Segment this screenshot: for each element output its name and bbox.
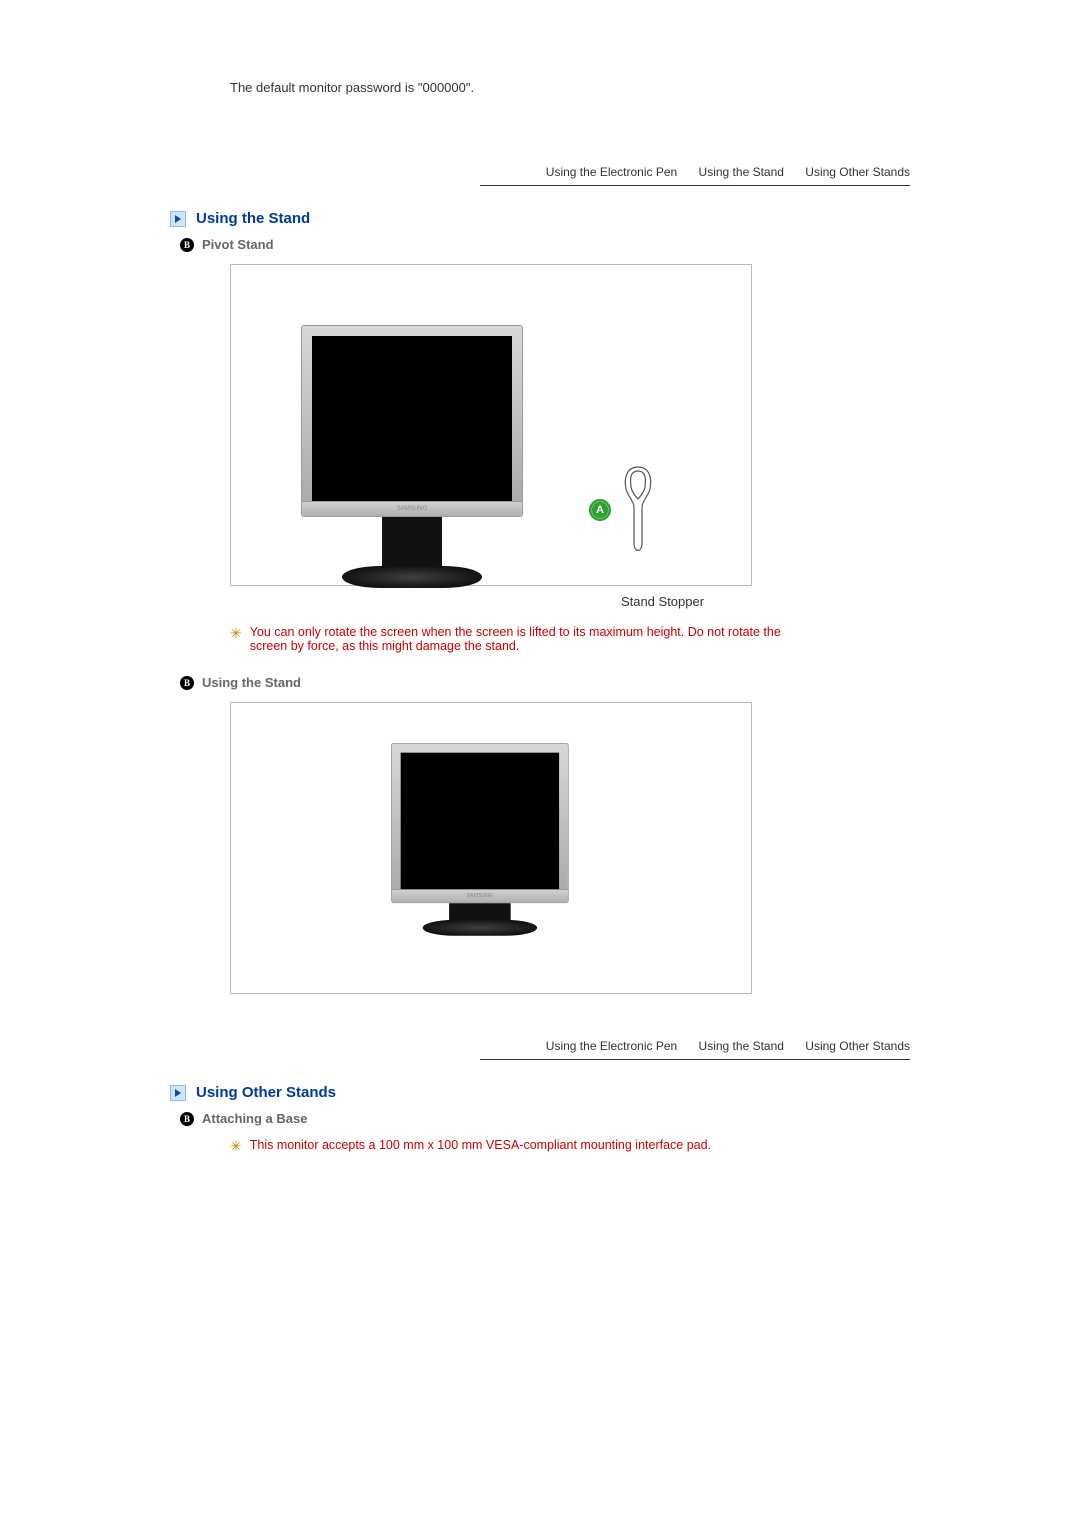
section-heading-text: Using the Stand	[196, 210, 310, 227]
monitor-illustration: SAMSUNG	[391, 743, 569, 936]
warning-text: You can only rotate the screen when the …	[250, 625, 810, 653]
warning-note: ✳ You can only rotate the screen when th…	[230, 625, 810, 653]
warning-icon: ✳	[230, 625, 242, 640]
intro-text: The default monitor password is "000000"…	[230, 80, 910, 95]
subheading-using-stand: B Using the Stand	[180, 675, 910, 690]
monitor-illustration: SAMSUNG	[301, 325, 523, 588]
arrow-right-icon	[170, 1085, 186, 1101]
bullet-b-icon: B	[180, 1112, 194, 1126]
section-heading-stand: Using the Stand	[170, 210, 910, 227]
marker-a-badge: A	[589, 499, 611, 521]
arrow-right-icon	[170, 211, 186, 227]
tab-bar: Using the Electronic Pen Using the Stand…	[170, 1039, 910, 1053]
section-heading-text: Using Other Stands	[196, 1084, 336, 1101]
section-heading-other: Using Other Stands	[170, 1084, 910, 1101]
figure-using-stand: SAMSUNG	[230, 702, 752, 994]
tab-using-stand[interactable]: Using the Stand	[699, 1039, 784, 1053]
tab-divider	[480, 1059, 910, 1060]
subheading-pivot-text: Pivot Stand	[202, 237, 274, 252]
tab-other-stands[interactable]: Using Other Stands	[805, 165, 910, 179]
tab-using-stand[interactable]: Using the Stand	[699, 165, 784, 179]
info-text: This monitor accepts a 100 mm x 100 mm V…	[250, 1138, 711, 1152]
tab-bar: Using the Electronic Pen Using the Stand…	[170, 165, 910, 179]
subheading-attach-base: B Attaching a Base	[180, 1111, 910, 1126]
info-icon: ✳	[230, 1138, 242, 1153]
subheading-attach-text: Attaching a Base	[202, 1111, 307, 1126]
bullet-b-icon: B	[180, 238, 194, 252]
stand-stopper-icon	[620, 465, 656, 560]
bullet-b-icon: B	[180, 676, 194, 690]
subheading-using-text: Using the Stand	[202, 675, 301, 690]
tab-electronic-pen[interactable]: Using the Electronic Pen	[546, 1039, 677, 1053]
figure-pivot-stand: SAMSUNG A	[230, 264, 752, 586]
tab-electronic-pen[interactable]: Using the Electronic Pen	[546, 165, 677, 179]
tab-divider	[480, 185, 910, 186]
info-note: ✳ This monitor accepts a 100 mm x 100 mm…	[230, 1138, 810, 1153]
tab-other-stands[interactable]: Using Other Stands	[805, 1039, 910, 1053]
subheading-pivot: B Pivot Stand	[180, 237, 910, 252]
figure-caption: Stand Stopper	[415, 594, 910, 609]
